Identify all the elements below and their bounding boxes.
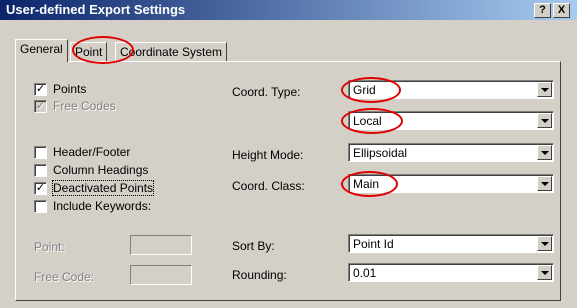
sort-by-value: Point Id <box>353 237 394 251</box>
sort-by-select[interactable]: Point Id <box>348 234 554 253</box>
help-button[interactable]: ? <box>534 3 551 18</box>
header-footer-checkbox-box[interactable] <box>34 146 47 160</box>
coord-system-select[interactable]: Local <box>348 111 554 130</box>
column-headings-checkbox[interactable]: Column Headings <box>34 162 148 178</box>
column-headings-checkbox-box[interactable] <box>34 164 47 178</box>
include-keywords-checkbox-box[interactable] <box>34 200 47 214</box>
chevron-down-icon[interactable] <box>537 145 552 160</box>
coord-class-value: Main <box>353 177 380 191</box>
chevron-down-icon[interactable] <box>537 265 552 280</box>
coord-type-label: Coord. Type: <box>232 85 301 99</box>
column-headings-checkbox-label: Column Headings <box>53 163 149 177</box>
coord-class-label: Coord. Class: <box>232 179 305 193</box>
include-keywords-checkbox[interactable]: Include Keywords: <box>34 198 151 214</box>
chevron-down-icon[interactable] <box>537 236 552 251</box>
deactivated-points-checkbox[interactable]: ✓ Deactivated Points <box>34 180 155 196</box>
coord-class-select[interactable]: Main <box>348 174 554 193</box>
free-code-field <box>130 265 192 285</box>
rounding-label: Rounding: <box>232 268 287 282</box>
header-footer-checkbox-label: Header/Footer <box>53 145 131 159</box>
deactivated-points-checkbox-box[interactable]: ✓ <box>34 182 47 196</box>
window-title: User-defined Export Settings <box>6 2 186 17</box>
point-field <box>130 235 192 255</box>
rounding-select[interactable]: 0.01 <box>348 263 554 282</box>
deactivated-points-checkbox-label: Deactivated Points <box>51 180 155 196</box>
height-mode-label: Height Mode: <box>232 148 304 162</box>
height-mode-select[interactable]: Ellipsoidal <box>348 143 554 162</box>
tab-point[interactable]: Point <box>70 42 108 61</box>
coord-system-value: Local <box>353 114 382 128</box>
tab-general[interactable]: General <box>15 39 68 62</box>
points-checkbox[interactable]: ✓ Points <box>34 81 86 97</box>
free-codes-checkbox-box: ✓ <box>34 100 47 114</box>
chevron-down-icon[interactable] <box>537 113 552 128</box>
free-codes-checkbox: ✓ Free Codes <box>34 98 116 114</box>
free-codes-checkbox-label: Free Codes <box>53 99 116 113</box>
rounding-value: 0.01 <box>353 266 377 280</box>
point-field-label: Point: <box>34 240 65 254</box>
include-keywords-checkbox-label: Include Keywords: <box>53 199 152 213</box>
tab-coordinate-system[interactable]: Coordinate System <box>115 42 228 61</box>
chevron-down-icon[interactable] <box>537 82 552 97</box>
tab-point-label: Point <box>75 45 103 59</box>
points-checkbox-box[interactable]: ✓ <box>34 83 47 97</box>
points-checkbox-label: Points <box>53 82 87 96</box>
header-footer-checkbox[interactable]: Header/Footer <box>34 144 130 160</box>
tab-general-label: General <box>20 42 63 56</box>
sort-by-label: Sort By: <box>232 239 275 253</box>
chevron-down-icon[interactable] <box>537 176 552 191</box>
free-code-field-label: Free Code: <box>34 270 95 284</box>
title-bar: User-defined Export Settings ? X <box>0 0 577 20</box>
tab-coordinate-system-label: Coordinate System <box>120 45 223 59</box>
coord-type-select[interactable]: Grid <box>348 80 554 99</box>
height-mode-value: Ellipsoidal <box>353 146 408 160</box>
close-button[interactable]: X <box>553 3 570 18</box>
coord-type-value: Grid <box>353 83 376 97</box>
